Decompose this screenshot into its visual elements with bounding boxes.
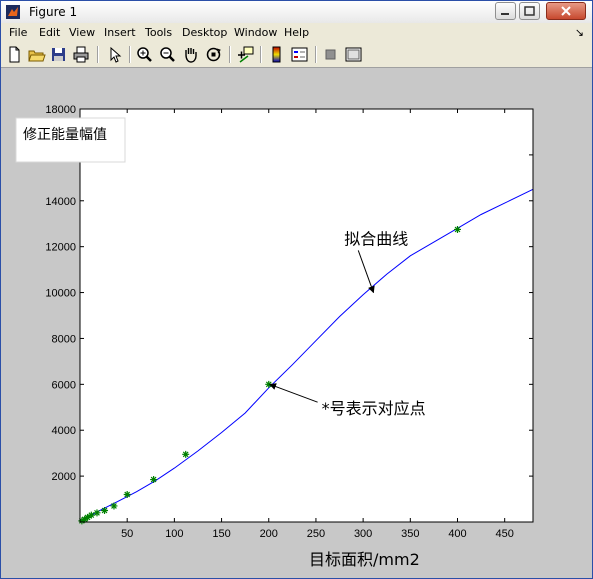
figure-canvas: 50 100 150 200 250 300 350 400 450 2000 4000 6000 80… <box>1 68 592 578</box>
x-tick-label: 200 <box>260 528 278 540</box>
minimize-icon <box>501 13 509 15</box>
zoom-in-icon[interactable] <box>135 45 154 64</box>
x-tick-label: 50 <box>121 528 133 540</box>
data-point-marker[interactable] <box>454 225 461 233</box>
minimize-button[interactable] <box>495 2 516 20</box>
matlab-logo-icon <box>6 5 20 19</box>
menu-file[interactable]: File <box>9 26 27 39</box>
data-cursor-icon[interactable] <box>236 45 255 64</box>
menu-bar: File Edit View Insert Tools Desktop Wind… <box>1 23 592 42</box>
x-tick-label: 250 <box>307 528 325 540</box>
colorbar-icon[interactable] <box>267 45 286 64</box>
toolbar-separator <box>260 46 262 63</box>
ylabel-text: 修正能量幅值 <box>23 127 107 143</box>
annotation-text[interactable]: *号表示对应点 <box>322 399 426 418</box>
pointer-icon[interactable] <box>105 45 124 64</box>
menu-dock-arrow-icon[interactable]: ↘ <box>575 26 584 39</box>
y-tick-label: 4000 <box>52 425 76 437</box>
figure-toolbar <box>1 42 592 68</box>
menu-tools[interactable]: Tools <box>145 26 172 39</box>
x-tick-label: 400 <box>448 528 466 540</box>
toolbar-separator <box>315 46 317 63</box>
y-tick-label: 14000 <box>45 196 76 208</box>
x-tick-label: 450 <box>496 528 514 540</box>
title-bar[interactable]: Figure 1 <box>1 1 592 24</box>
toolbar-separator <box>229 46 231 63</box>
close-icon <box>561 6 571 16</box>
maximize-button[interactable] <box>519 2 540 20</box>
toolbar-separator <box>97 46 99 63</box>
y-tick-label: 8000 <box>52 333 76 345</box>
menu-desktop[interactable]: Desktop <box>182 26 227 39</box>
save-icon[interactable] <box>49 45 68 64</box>
plot-area[interactable] <box>80 109 533 522</box>
menu-help[interactable]: Help <box>284 26 309 39</box>
print-icon[interactable] <box>71 45 90 64</box>
close-button[interactable] <box>546 2 586 20</box>
x-tick-label: 350 <box>401 528 419 540</box>
y-tick-label: 18000 <box>45 104 76 116</box>
show-plot-tools-icon[interactable] <box>344 45 363 64</box>
new-figure-icon[interactable] <box>5 45 24 64</box>
window-title: Figure 1 <box>29 5 78 19</box>
hide-plot-tools-icon[interactable] <box>321 45 340 64</box>
plot-svg: 50 100 150 200 250 300 350 400 450 2000 4000 6000 80… <box>15 104 534 570</box>
menu-view[interactable]: View <box>69 26 95 39</box>
menu-edit[interactable]: Edit <box>39 26 60 39</box>
rotate-3d-icon[interactable] <box>204 45 223 64</box>
menu-insert[interactable]: Insert <box>104 26 136 39</box>
open-file-icon[interactable] <box>27 45 46 64</box>
maximize-icon <box>524 6 535 16</box>
x-tick-label: 100 <box>165 528 183 540</box>
y-tick-label: 6000 <box>52 379 76 391</box>
x-tick-label: 300 <box>354 528 372 540</box>
menu-window[interactable]: Window <box>234 26 277 39</box>
y-tick-label: 12000 <box>45 242 76 254</box>
legend-icon[interactable] <box>290 45 309 64</box>
zoom-out-icon[interactable] <box>158 45 177 64</box>
toolbar-separator <box>129 46 131 63</box>
x-tick-label: 150 <box>212 528 230 540</box>
xlabel-text: 目标面积/mm2 <box>309 550 420 569</box>
pan-hand-icon[interactable] <box>181 45 200 64</box>
y-tick-label: 2000 <box>52 471 76 483</box>
y-tick-label: 10000 <box>45 288 76 300</box>
annotation-text[interactable]: 拟合曲线 <box>344 229 408 248</box>
figure-window: Figure 1 File Edit View Insert Tools Des… <box>0 0 593 579</box>
